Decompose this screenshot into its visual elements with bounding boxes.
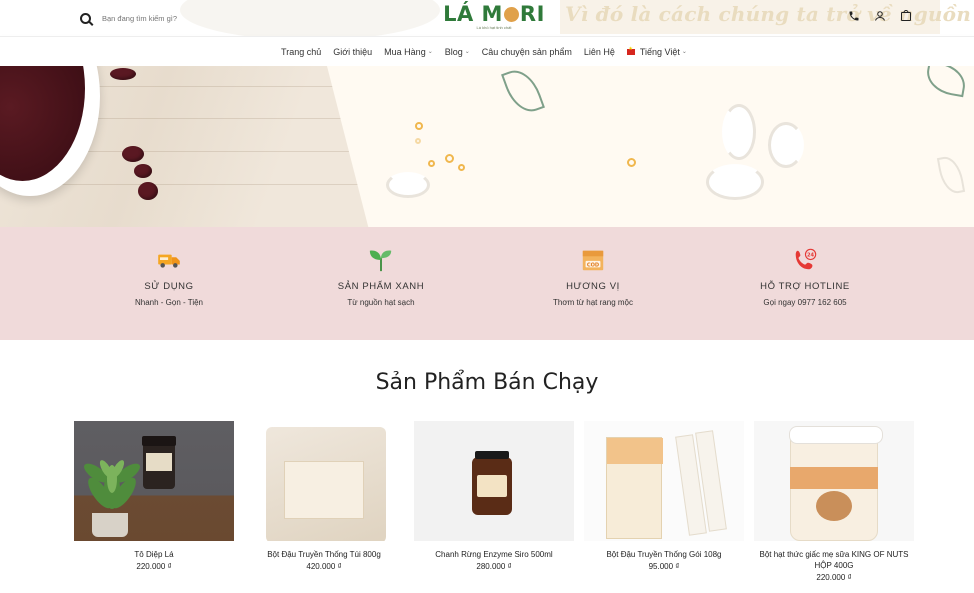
nav-label: Blog — [444, 46, 463, 57]
chevron-down-icon: ⌄ — [681, 49, 687, 55]
features-strip: SỬ DỤNG Nhanh - Gọn - Tiện SẢN PHẨM XANH… — [0, 227, 974, 340]
header-actions — [848, 9, 912, 23]
product-name[interactable]: Bột Đậu Truyền Thống Gói 108g — [584, 549, 744, 560]
nav-item-about[interactable]: Giới thiệu — [333, 47, 372, 57]
nut-decoration-icon — [415, 122, 423, 130]
leaf-decoration-icon — [936, 154, 966, 196]
user-icon[interactable] — [874, 9, 886, 23]
feature-subtitle: Từ nguồn hạt sạch — [347, 298, 415, 307]
feature-title: HỖ TRỢ HOTLINE — [760, 281, 850, 292]
nav-label: Liên Hệ — [583, 46, 615, 57]
product-image[interactable] — [414, 421, 574, 541]
feature-subtitle: Thơm từ hạt rang mộc — [553, 298, 633, 307]
product-image[interactable] — [584, 421, 744, 541]
sprout-icon — [367, 247, 395, 273]
search-input[interactable] — [102, 13, 242, 23]
product-card[interactable]: Bột Đậu Truyền Thống Túi 800g 420.000 ₫ — [244, 421, 404, 582]
chevron-down-icon: ⌄ — [427, 49, 433, 55]
nav-label: Trang chủ — [281, 46, 322, 57]
svg-text:24: 24 — [807, 252, 815, 258]
leaf-decoration-icon — [501, 66, 545, 118]
header-slogan: Vì đó là cách chúng ta trở về nguồn cội — [565, 2, 974, 26]
search-bar[interactable] — [80, 10, 242, 26]
nut-decoration-icon — [627, 158, 636, 167]
chevron-down-icon: ⌄ — [464, 49, 470, 55]
product-image[interactable] — [244, 421, 404, 541]
product-price: 280.000 ₫ — [476, 562, 512, 571]
search-icon[interactable] — [80, 12, 91, 24]
vietnam-flag-icon — [626, 46, 635, 55]
cashew-decoration-icon — [386, 172, 430, 198]
language-label: Tiếng Việt — [639, 46, 680, 57]
logo-wordmark: LÁ M RI — [442, 2, 546, 26]
product-card[interactable]: Tô Diệp Lá 220.000 ₫ — [74, 421, 234, 582]
logo-nut-o — [503, 7, 519, 22]
product-grid: Tô Diệp Lá 220.000 ₫ Bột Đậu Truyền Thốn… — [74, 421, 914, 582]
feature-item: SỬ DỤNG Nhanh - Gọn - Tiện — [63, 227, 275, 340]
svg-text:COD: COD — [587, 263, 599, 269]
leaf-decoration-icon — [923, 66, 969, 98]
nav-item-home[interactable]: Trang chủ — [281, 47, 321, 57]
language-selector[interactable]: Tiếng Việt⌄ — [626, 46, 687, 57]
header: Vì đó là cách chúng ta trở về nguồn cội … — [0, 0, 974, 36]
nav-label: Mua Hàng — [384, 46, 426, 57]
feature-title: SẢN PHẨM XANH — [337, 281, 425, 292]
feature-title: SỬ DỤNG — [144, 281, 194, 292]
cashew-decoration-icon — [768, 122, 804, 168]
product-card[interactable]: Bột Đậu Truyền Thống Gói 108g 95.000 ₫ — [584, 421, 744, 582]
nut-decoration-icon — [428, 160, 435, 167]
feature-subtitle: Nhanh - Gọn - Tiện — [134, 298, 204, 307]
product-image[interactable] — [74, 421, 234, 541]
section-title-best-sellers: Sản Phẩm Bán Chạy — [375, 370, 599, 395]
nav-item-contact[interactable]: Liên Hệ — [584, 47, 615, 57]
nut-decoration-icon — [415, 138, 421, 144]
feature-item: SẢN PHẨM XANH Từ nguồn hạt sạch — [275, 227, 487, 340]
product-name[interactable]: Bột hạt thức giấc mẹ sữa KING OF NUTS HỘ… — [754, 549, 914, 571]
cart-icon[interactable] — [900, 9, 912, 23]
nut-decoration-icon — [445, 154, 454, 163]
feature-subtitle: Gọi ngay 0977 162 605 — [763, 298, 847, 307]
logo-text-right: RI — [519, 2, 545, 26]
feature-item: 24 HỖ TRỢ HOTLINE Gọi ngay 0977 162 605 — [699, 227, 911, 340]
cod-box-icon: COD — [579, 247, 607, 273]
nav-label: Giới thiệu — [333, 46, 373, 57]
phone-icon[interactable] — [848, 9, 860, 23]
phone-24-icon: 24 — [791, 247, 819, 273]
feature-title: HƯƠNG VỊ — [566, 281, 620, 292]
product-name[interactable]: Tô Diệp Lá — [74, 549, 234, 560]
product-price: 220.000 ₫ — [136, 562, 172, 571]
delivery-truck-icon — [155, 247, 183, 273]
product-price: 95.000 ₫ — [648, 562, 680, 571]
cashew-decoration-icon — [706, 164, 764, 200]
feature-item: COD HƯƠNG VỊ Thơm từ hạt rang mộc — [487, 227, 699, 340]
nav-label: Câu chuyện sản phẩm — [481, 46, 572, 57]
product-image[interactable] — [754, 421, 914, 541]
product-name[interactable]: Bột Đậu Truyền Thống Túi 800g — [244, 549, 404, 560]
product-card[interactable]: Bột hạt thức giấc mẹ sữa KING OF NUTS HỘ… — [754, 421, 914, 582]
nav-item-blog[interactable]: Blog ⌄ — [445, 47, 470, 57]
logo-text-left: LÁ M — [443, 2, 503, 26]
product-name[interactable]: Chanh Rừng Enzyme Siro 500ml — [414, 549, 574, 560]
hero-banner — [0, 66, 974, 227]
cashew-decoration-icon — [722, 104, 756, 160]
main-navigation: Trang chủ Giới thiệu Mua Hàng ⌄ Blog ⌄ Câu… — [0, 36, 974, 66]
nut-decoration-icon — [458, 164, 465, 171]
nav-item-product-story[interactable]: Câu chuyện sản phẩm — [482, 47, 572, 57]
product-price: 220.000 ₫ — [816, 573, 852, 582]
site-logo[interactable]: LÁ M RI Lá khô hạt tinh chất — [442, 2, 546, 34]
nav-item-shop[interactable]: Mua Hàng ⌄ — [384, 47, 433, 57]
product-price: 420.000 ₫ — [306, 562, 342, 571]
product-card[interactable]: Chanh Rừng Enzyme Siro 500ml 280.000 ₫ — [414, 421, 574, 582]
